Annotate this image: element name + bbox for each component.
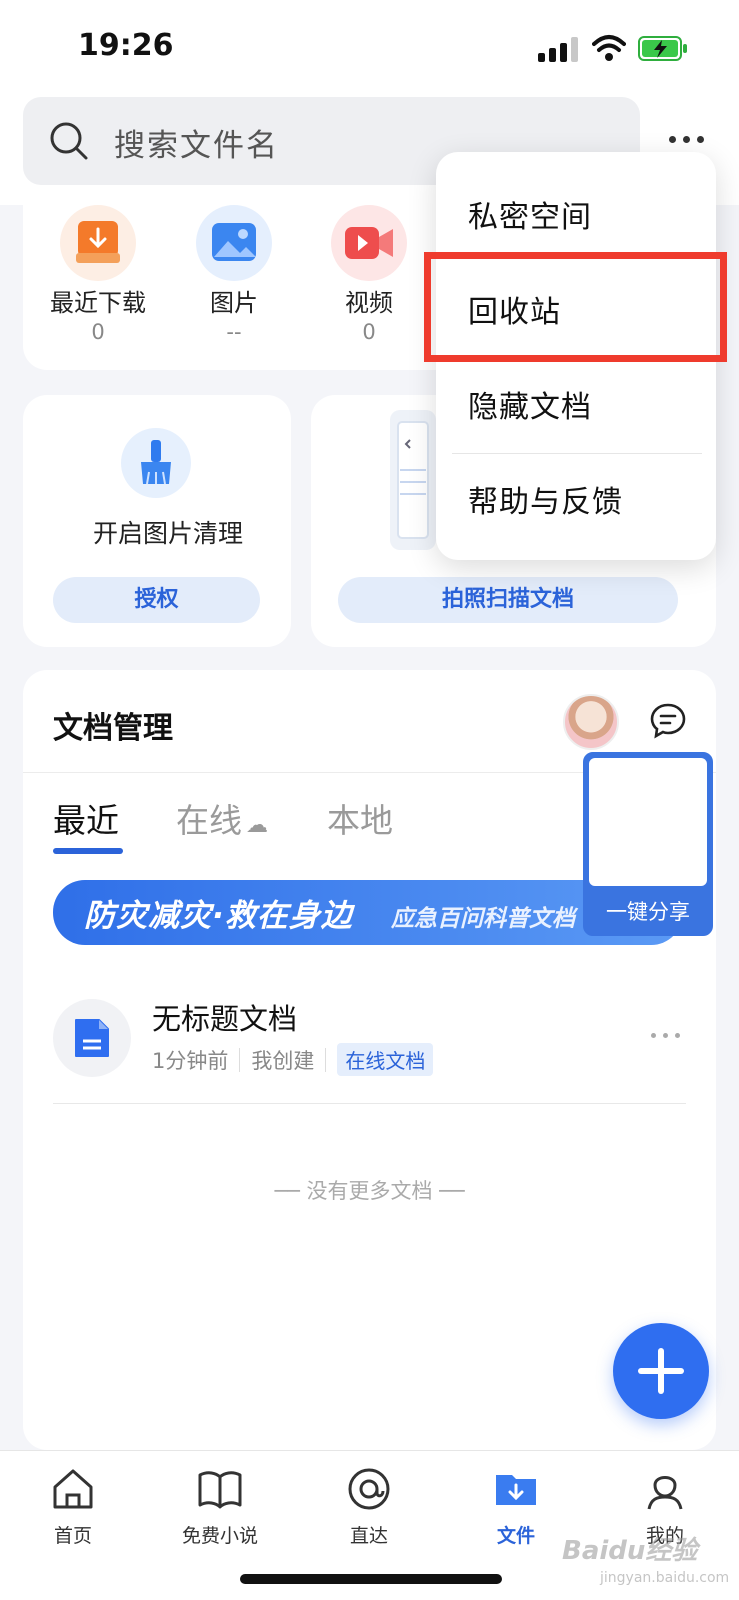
folder-download-icon <box>496 1475 536 1505</box>
document-management-title: 文档管理 <box>53 711 173 746</box>
document-time: 1分钟前 <box>152 1048 229 1073</box>
photo-clean-title: 开启图片清理 <box>92 519 243 548</box>
nav-direct[interactable]: 直达 <box>309 1465 429 1548</box>
no-more-docs: ── 没有更多文档 ── <box>274 1179 465 1203</box>
no-more-label: 没有更多文档 <box>306 1179 433 1203</box>
battery-charging-icon <box>638 36 687 61</box>
search-icon <box>50 122 88 160</box>
tab-online[interactable]: 在线 ☁ <box>176 794 268 842</box>
menu-item-hidden-docs[interactable]: 隐藏文档 <box>468 382 592 426</box>
share-preview <box>589 758 707 886</box>
menu-item-help-feedback[interactable]: 帮助与反馈 <box>468 477 623 521</box>
category-videos[interactable]: 视频 0 <box>309 205 429 344</box>
nav-label: 文件 <box>496 1525 535 1547</box>
more-menu-icon[interactable] <box>667 126 707 152</box>
highlight-annotation <box>424 252 727 362</box>
category-count: 0 <box>91 320 105 344</box>
video-icon <box>331 205 407 281</box>
banner-title: 防灾减灾·救在身边 <box>84 898 353 934</box>
document-icon <box>75 1019 109 1057</box>
download-icon <box>60 205 136 281</box>
search-input[interactable]: 搜索文件名 <box>114 120 279 165</box>
nav-label: 直达 <box>349 1525 388 1547</box>
chat-icon[interactable] <box>649 702 687 740</box>
authorize-button[interactable]: 授权 <box>53 577 260 623</box>
category-label: 图片 <box>210 289 258 317</box>
tab-recent[interactable]: 最近 <box>53 794 119 842</box>
nav-home[interactable]: 首页 <box>13 1465 133 1548</box>
category-label: 最近下载 <box>50 289 146 317</box>
tab-active-indicator <box>53 848 123 854</box>
document-tag: 在线文档 <box>337 1043 434 1076</box>
document-title[interactable]: 无标题文档 <box>152 996 297 1038</box>
divider <box>53 1103 686 1104</box>
wifi-icon <box>592 35 626 61</box>
menu-divider <box>452 453 702 454</box>
scan-document-button[interactable]: 拍照扫描文档 <box>338 577 678 623</box>
tab-local[interactable]: 本地 <box>327 794 393 842</box>
watermark-url: jingyan.baidu.com <box>600 1570 730 1586</box>
category-count: -- <box>226 320 242 344</box>
user-icon <box>647 1476 683 1510</box>
category-label: 视频 <box>345 289 393 317</box>
document-meta: 1分钟前 我创建 在线文档 <box>152 1043 434 1076</box>
menu-item-private-space[interactable]: 私密空间 <box>468 192 592 236</box>
plus-icon <box>638 1348 684 1394</box>
book-icon <box>198 1471 242 1509</box>
home-indicator <box>240 1574 502 1584</box>
banner-subtitle: 应急百问科普文档 <box>391 906 575 932</box>
cloud-icon: ☁ <box>246 813 268 838</box>
broom-icon <box>121 428 191 498</box>
nav-files[interactable]: 文件 <box>456 1465 576 1548</box>
home-icon <box>53 1469 93 1509</box>
status-time: 19:26 <box>78 28 174 63</box>
category-images[interactable]: 图片 -- <box>174 205 294 344</box>
nav-novels[interactable]: 免费小说 <box>160 1465 280 1548</box>
nav-label: 免费小说 <box>181 1525 258 1547</box>
image-icon <box>196 205 272 281</box>
watermark-logo: Baidu经验 <box>562 1536 698 1566</box>
share-label: 一键分享 <box>606 900 690 924</box>
category-recent-downloads[interactable]: 最近下载 0 <box>38 205 158 344</box>
tab-online-label: 在线 <box>176 801 242 840</box>
category-count: 0 <box>362 320 376 344</box>
document-creator: 我创建 <box>251 1048 315 1073</box>
at-icon <box>348 1468 390 1510</box>
signal-icon <box>538 36 580 62</box>
nav-label: 首页 <box>53 1525 92 1547</box>
avatar[interactable] <box>563 694 619 750</box>
document-more-icon[interactable] <box>649 1031 683 1041</box>
